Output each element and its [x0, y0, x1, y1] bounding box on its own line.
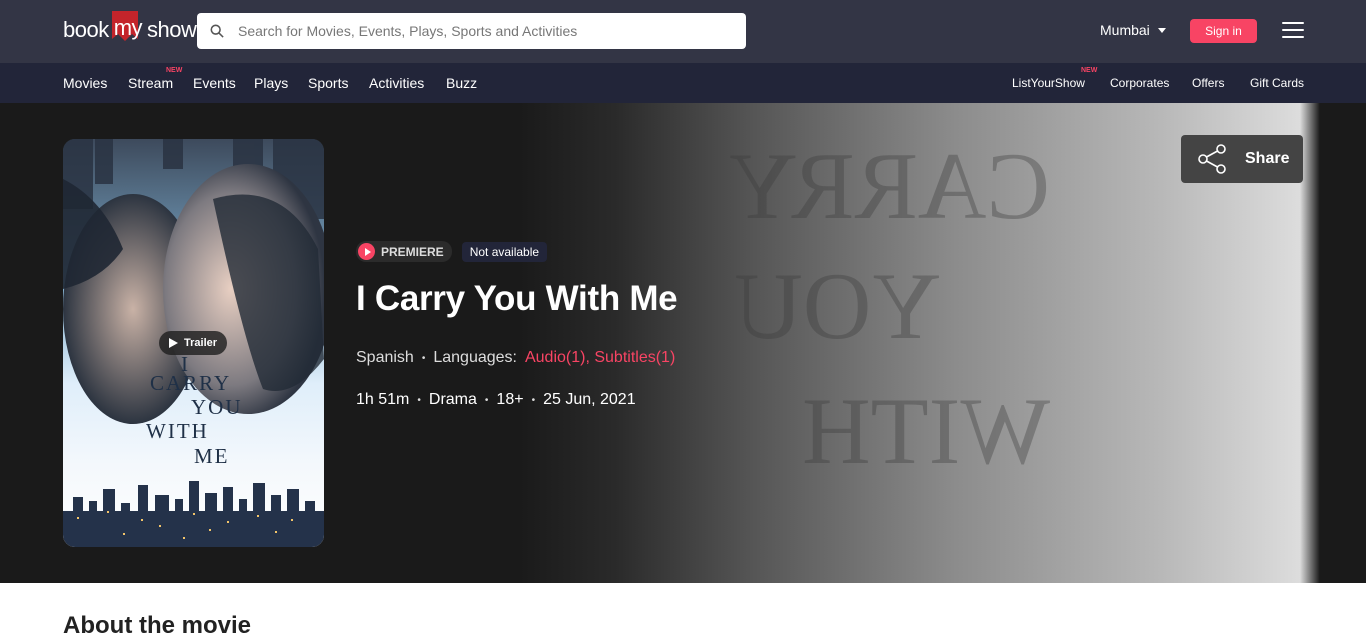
premiere-play-icon: [358, 243, 375, 260]
logo-text-book: book: [63, 17, 109, 42]
bookmyshow-logo[interactable]: book my show: [63, 11, 197, 47]
languages-label: Languages:: [433, 349, 517, 366]
share-label: Share: [1245, 150, 1290, 167]
share-button[interactable]: Share: [1181, 135, 1303, 183]
play-icon: [169, 338, 178, 348]
language-info: Spanish • Languages: Audio(1), Subtitles…: [356, 349, 675, 367]
genre: Drama: [428, 391, 477, 408]
poster-text-you: YOU: [191, 395, 243, 419]
premiere-badge: PREMIERE: [356, 241, 452, 262]
nav-item-corporates[interactable]: Corporates: [1110, 76, 1169, 90]
poster-text-me: ME: [194, 444, 230, 468]
languages-link[interactable]: Audio(1), Subtitles(1): [525, 349, 675, 367]
release-date: 25 Jun, 2021: [543, 391, 636, 408]
hero-edge-fade: [1300, 103, 1366, 583]
search-input[interactable]: [238, 23, 746, 39]
ghost-text-you: YOU: [734, 253, 940, 359]
poster-text-carry: CARRY: [150, 371, 231, 395]
city-selector[interactable]: Mumbai: [1100, 22, 1166, 38]
nav-item-stream[interactable]: Stream: [128, 75, 173, 91]
movie-badges: PREMIERE Not available: [356, 241, 548, 262]
trailer-button[interactable]: Trailer: [159, 331, 228, 355]
new-badge: NEW: [1081, 67, 1098, 74]
background-poster-image: CARRY YOU WITH: [728, 133, 1050, 484]
nav-item-buzz[interactable]: Buzz: [446, 75, 477, 91]
nav-bar: Movies Stream NEW Events Plays Sports Ac…: [0, 63, 1366, 103]
nav-item-events[interactable]: Events: [193, 75, 236, 91]
certificate: 18+: [496, 391, 524, 408]
sign-in-button[interactable]: Sign in: [1190, 19, 1257, 43]
about-movie-heading: About the movie: [63, 612, 252, 639]
separator-dot: •: [484, 394, 489, 406]
search-bar[interactable]: [197, 13, 746, 49]
logo-text-my: my: [110, 11, 146, 47]
separator-dot: •: [417, 394, 421, 406]
nav-item-offers[interactable]: Offers: [1192, 76, 1224, 90]
primary-language: Spanish: [356, 349, 414, 366]
city-label: Mumbai: [1100, 22, 1150, 38]
nav-item-movies[interactable]: Movies: [63, 75, 107, 91]
logo-text-show: show: [147, 17, 197, 42]
chevron-down-icon: [1157, 27, 1166, 33]
poster-text-with: WITH: [146, 419, 209, 443]
nav-item-sports[interactable]: Sports: [308, 75, 348, 91]
trailer-label: Trailer: [184, 337, 218, 349]
nav-item-plays[interactable]: Plays: [254, 75, 288, 91]
search-icon: [210, 24, 224, 38]
ghost-text-with: WITH: [802, 378, 1050, 484]
new-badge: NEW: [166, 67, 183, 74]
duration: 1h 51m: [356, 391, 410, 408]
share-icon: [1198, 144, 1226, 174]
movie-hero-banner: CARRY YOU WITH I CARRY YOU WITH ME Trail…: [0, 103, 1366, 583]
nav-item-listyourshow[interactable]: ListYourShow: [1012, 76, 1085, 90]
availability-badge: Not available: [461, 241, 548, 262]
ghost-text-carry: CARRY: [728, 133, 1050, 239]
movie-title: I Carry You With Me: [356, 279, 678, 318]
top-bar: book my show Mumbai Sign in: [0, 0, 1366, 63]
nav-item-activities[interactable]: Activities: [369, 75, 424, 91]
hamburger-menu-icon[interactable]: [1282, 22, 1304, 38]
movie-meta: 1h 51m • Drama • 18+ • 25 Jun, 2021: [356, 391, 636, 409]
nav-item-gift-cards[interactable]: Gift Cards: [1250, 76, 1304, 90]
separator-dot: •: [421, 352, 426, 364]
separator-dot: •: [531, 394, 536, 406]
premiere-label: PREMIERE: [381, 244, 444, 259]
